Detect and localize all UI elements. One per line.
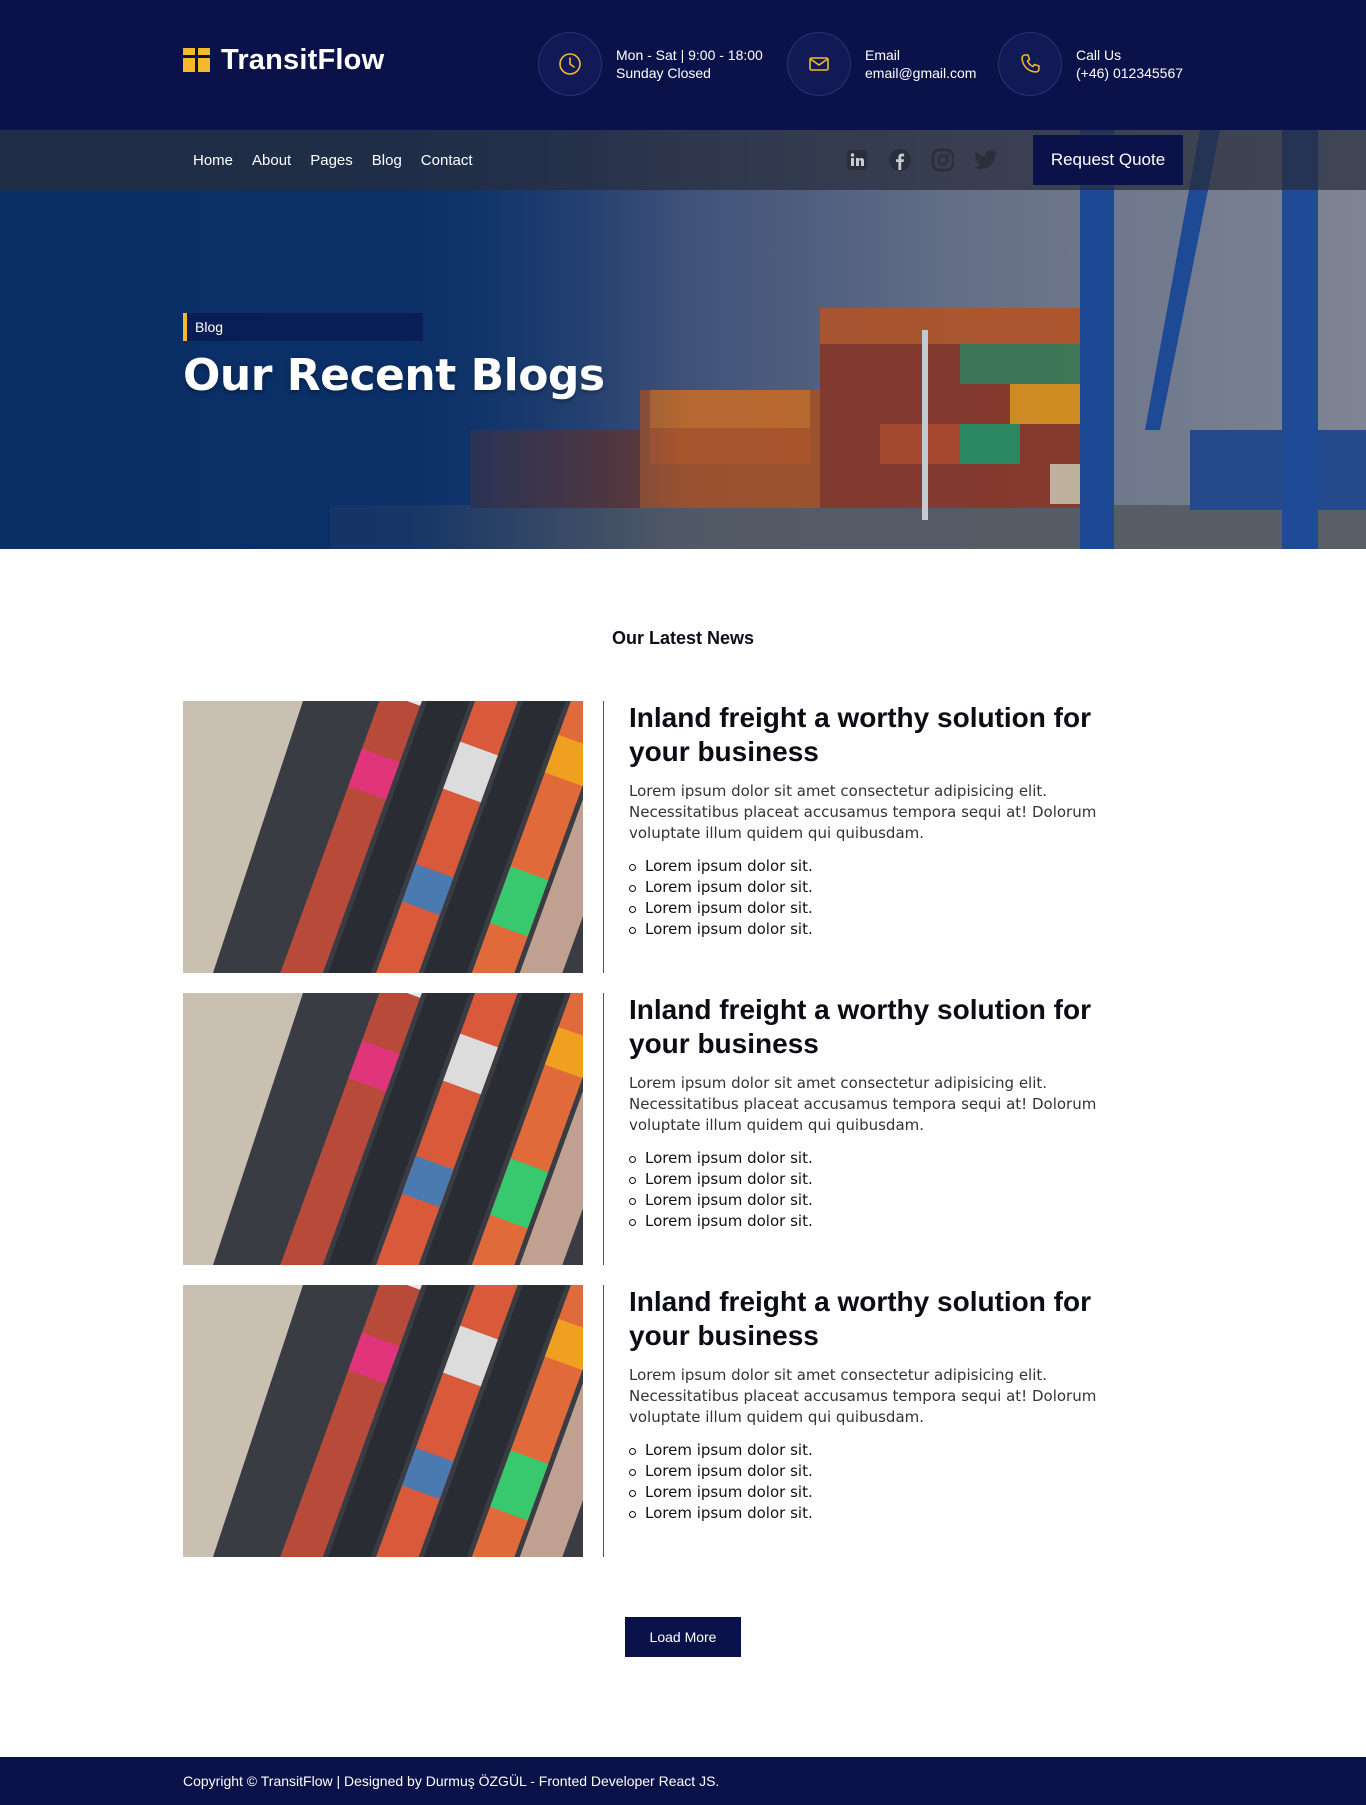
phone-value[interactable]: (+46) 012345567 xyxy=(1076,64,1183,82)
list-item: Lorem ipsum dolor sit. xyxy=(629,1482,1149,1503)
list-item: Lorem ipsum dolor sit. xyxy=(629,1169,1149,1190)
request-quote-button[interactable]: Request Quote xyxy=(1033,135,1183,185)
email-info: Email email@gmail.com xyxy=(787,32,976,96)
linkedin-icon[interactable] xyxy=(844,147,870,173)
footer: Copyright © TransitFlow | Designed by Du… xyxy=(0,1757,1366,1805)
top-header: TransitFlow Mon - Sat | 9:00 - 18:00 Sun… xyxy=(0,0,1366,130)
phone-icon xyxy=(998,32,1062,96)
brand-name: TransitFlow xyxy=(221,44,385,76)
nav-contact[interactable]: Contact xyxy=(421,152,473,169)
load-more-button[interactable]: Load More xyxy=(625,1617,741,1657)
facebook-icon[interactable] xyxy=(887,147,913,173)
blog-post: Inland freight a worthy solution for you… xyxy=(183,701,1183,973)
logo[interactable]: TransitFlow xyxy=(183,44,384,77)
blog-post: Inland freight a worthy solution for you… xyxy=(183,1285,1183,1557)
post-excerpt: Lorem ipsum dolor sit amet consectetur a… xyxy=(629,1366,1097,1426)
post-image[interactable] xyxy=(183,1285,583,1557)
hours-info: Mon - Sat | 9:00 - 18:00 Sunday Closed xyxy=(538,32,763,96)
clock-icon xyxy=(538,32,602,96)
post-image[interactable] xyxy=(183,993,583,1265)
list-item: Lorem ipsum dolor sit. xyxy=(629,1148,1149,1169)
post-divider xyxy=(603,1285,604,1557)
instagram-icon[interactable] xyxy=(930,147,956,173)
breadcrumb: Blog xyxy=(183,313,423,341)
blog-post: Inland freight a worthy solution for you… xyxy=(183,993,1183,1265)
main-navbar: Home About Pages Blog Contact Request Qu… xyxy=(0,130,1366,190)
twitter-icon[interactable] xyxy=(973,147,999,173)
list-item: Lorem ipsum dolor sit. xyxy=(629,877,1149,898)
list-item: Lorem ipsum dolor sit. xyxy=(629,1211,1149,1232)
post-bullets: Lorem ipsum dolor sit. Lorem ipsum dolor… xyxy=(629,856,1149,940)
hours-line1: Mon - Sat | 9:00 - 18:00 xyxy=(616,47,763,63)
email-value[interactable]: email@gmail.com xyxy=(865,64,976,82)
nav-about[interactable]: About xyxy=(252,152,291,169)
logo-icon xyxy=(183,47,211,74)
section-title: Our Latest News xyxy=(611,628,755,648)
social-links xyxy=(844,147,1016,173)
list-item: Lorem ipsum dolor sit. xyxy=(629,1503,1149,1524)
post-title[interactable]: Inland freight a worthy solution for you… xyxy=(629,1285,1149,1353)
post-divider xyxy=(603,993,604,1265)
post-image[interactable] xyxy=(183,701,583,973)
post-excerpt: Lorem ipsum dolor sit amet consectetur a… xyxy=(629,782,1097,842)
hours-line2: Sunday Closed xyxy=(616,65,711,81)
list-item: Lorem ipsum dolor sit. xyxy=(629,919,1149,940)
page-title: Our Recent Blogs xyxy=(183,350,605,401)
list-item: Lorem ipsum dolor sit. xyxy=(629,1440,1149,1461)
nav-links: Home About Pages Blog Contact xyxy=(193,130,492,190)
list-item: Lorem ipsum dolor sit. xyxy=(629,1190,1149,1211)
nav-home[interactable]: Home xyxy=(193,152,233,169)
list-item: Lorem ipsum dolor sit. xyxy=(629,898,1149,919)
phone-label: Call Us xyxy=(1076,47,1122,63)
hero-banner: Home About Pages Blog Contact Request Qu… xyxy=(0,130,1366,549)
phone-info: Call Us (+46) 012345567 xyxy=(998,32,1183,96)
list-item: Lorem ipsum dolor sit. xyxy=(629,1461,1149,1482)
post-bullets: Lorem ipsum dolor sit. Lorem ipsum dolor… xyxy=(629,1148,1149,1232)
post-excerpt: Lorem ipsum dolor sit amet consectetur a… xyxy=(629,1074,1097,1134)
post-bullets: Lorem ipsum dolor sit. Lorem ipsum dolor… xyxy=(629,1440,1149,1524)
post-divider xyxy=(603,701,604,973)
post-title[interactable]: Inland freight a worthy solution for you… xyxy=(629,993,1149,1061)
nav-blog[interactable]: Blog xyxy=(372,152,402,169)
list-item: Lorem ipsum dolor sit. xyxy=(629,856,1149,877)
nav-pages[interactable]: Pages xyxy=(310,152,353,169)
email-label: Email xyxy=(865,47,901,63)
post-title[interactable]: Inland freight a worthy solution for you… xyxy=(629,701,1149,769)
copyright-text: Copyright © TransitFlow | Designed by Du… xyxy=(183,1773,720,1789)
mail-icon xyxy=(787,32,851,96)
